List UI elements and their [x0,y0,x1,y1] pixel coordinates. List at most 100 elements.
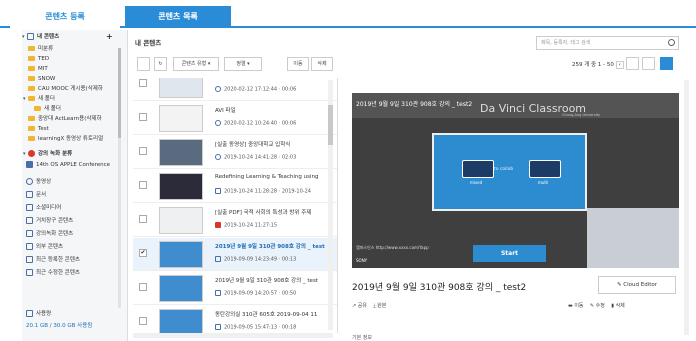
sidebar-type-lecture[interactable]: 강의녹화 콘텐츠 [26,229,124,239]
search-input[interactable]: 제목, 등록자, 태그 검색 [536,36,679,50]
upload-icon [26,256,33,263]
item-title[interactable]: Redefining Learning & Teaching using [215,174,335,180]
detail-view-icon[interactable] [642,57,655,70]
sort-dropdown[interactable]: 정렬 ▾ [224,57,262,71]
sidebar-lecture-section[interactable]: ▾ 강의 녹화 분류 [23,149,121,159]
sidebar-scrollbar-thumb[interactable] [118,48,121,138]
sidebar-folder[interactable]: 미분류 [28,44,126,54]
sidebar-lecture-item[interactable]: 14th OS APPLE Conference [26,160,124,170]
share-icon [26,204,33,211]
item-checkbox[interactable] [139,215,147,223]
share-button[interactable]: ↗ 공유 [352,303,367,309]
detail-actions-right: ▬ 이동 ✎ 수정 ▮ 삭제 [568,302,625,309]
sidebar-folder[interactable]: MIT [28,64,126,74]
record-icon [28,150,35,157]
sidebar-folder[interactable]: CAU MOOC 게시용(삭제하 [28,84,126,94]
top-tabs: 콘텐츠 등록 콘텐츠 목록 [0,0,696,28]
list-icon [27,33,34,40]
list-horizontal-scrollbar[interactable] [133,333,333,338]
preview-caption: 2019년 9월 9일 310관 908호 강의 _ test2 [356,101,473,108]
list-view-icon[interactable] [626,57,639,70]
sidebar-recent-edited[interactable]: 최근 수정한 콘텐츠 [26,268,124,278]
item-thumbnail [159,105,203,132]
list-scrollbar[interactable] [328,80,333,330]
item-thumbnail [159,207,203,234]
prev-page-button[interactable]: ‹ [615,61,624,69]
list-item-selected[interactable]: ✔ 2019년 9월 9일 310관 908호 강의 _ test 2019-0… [133,238,337,271]
sidebar-folder[interactable]: learningX 동영상 튜토리얼 [28,134,126,144]
multi-mode-icon [529,160,561,178]
storage-usage: 20.1 GB / 30.0 GB 사용됨 [26,323,93,329]
stand-icon [26,217,33,224]
list-item[interactable]: [실출 PDF] 국적 사회의 특성과 방위 주제 2019-10-24 11:… [133,204,337,237]
list-scrollbar-thumb[interactable] [328,105,333,145]
list-item[interactable]: 2019년 9월 9일 310관 908호 강의 _ test 2019-09-… [133,272,337,305]
refresh-button[interactable]: ↻ [154,57,167,71]
item-title[interactable]: 2019년 9월 9일 310관 908호 강의 _ test [215,242,335,250]
item-title[interactable]: [실출 PDF] 국적 사회의 특성과 방위 주제 [215,208,335,216]
sidebar-type-social[interactable]: 소셜미디어 [26,203,124,213]
item-meta: 2019-10-24 11:27:15 [215,222,335,229]
sidebar-recent-added[interactable]: 최근 등록한 콘텐츠 [26,255,124,265]
detail-scrollbar[interactable] [684,80,689,335]
add-folder-button[interactable]: + [106,32,113,42]
list-item[interactable]: AVI 파일 2020-02-12 10:24:40 · 00:06 [133,102,337,135]
sidebar-my-content[interactable]: ▾ 내 콘텐츠 + [22,32,120,42]
play-icon [215,120,221,126]
sidebar-type-external[interactable]: 외부 콘텐츠 [26,242,124,252]
detail-actions-left: ↗ 공유 ⤓ 원본 [352,302,386,309]
item-title[interactable]: AVI 파일 [215,106,335,114]
item-title[interactable]: [실출 동영상] 중앙대학교 입학식 [215,140,335,148]
item-checkbox[interactable] [139,181,147,189]
preview-view-icon[interactable] [660,57,673,70]
item-thumbnail [159,78,203,98]
item-title[interactable]: 동탄강의실 310관 605호 2019-09-04 11 [215,310,335,318]
play-icon [215,154,221,160]
sidebar-scrollbar[interactable] [118,48,121,308]
sidebar-folder[interactable]: 중앙대 ActLearn용(삭제하 [28,114,126,124]
select-all-checkbox[interactable] [137,57,150,71]
item-checkbox[interactable] [139,283,147,291]
sidebar-type-video[interactable]: 동영상 [26,177,124,187]
cloud-editor-button[interactable]: ✎ Cloud Editor [598,276,676,294]
sidebar-type-stand[interactable]: 거치장구 콘텐츠 [26,216,124,226]
content-sidebar: ▾ 내 콘텐츠 + 미분류 TED MIT SNOW CAU MOOC 게시용(삭… [22,30,128,341]
preview-start-button[interactable]: Start [473,245,546,262]
sidebar-folder[interactable]: TED [28,54,126,64]
search-icon[interactable] [668,39,675,46]
sidebar-type-document[interactable]: 문서 [26,190,124,200]
tab-content-list[interactable]: 콘텐츠 목록 [125,6,231,28]
pdf-icon [215,222,221,228]
item-thumbnail [159,275,203,302]
edit-button[interactable]: ✎ 수정 [590,303,605,309]
item-thumbnail [159,173,203,200]
lecture-icon [215,290,221,296]
sidebar-folder[interactable]: Test [28,124,126,134]
item-checkbox[interactable] [139,317,147,325]
item-checkbox[interactable] [139,113,147,121]
delete-button[interactable]: 삭제 [311,57,333,71]
tab-content-register[interactable]: 콘텐츠 등록 [10,6,120,28]
download-button[interactable]: ⤓ 원본 [373,303,386,309]
list-item[interactable]: 2020-02-12 17:12:44 · 00:06 [133,78,337,101]
video-preview[interactable]: 2019년 9월 9일 310관 908호 강의 _ test2 Da Vinc… [352,93,679,268]
play-icon [215,86,221,92]
document-icon [215,188,221,194]
item-title[interactable]: 2019년 9월 9일 310관 908호 강의 _ test [215,276,335,284]
folder-icon [28,76,35,81]
storage-icon [26,310,33,317]
sidebar-folder[interactable]: SNOW [28,74,126,84]
delete-detail-button[interactable]: ▮ 삭제 [611,303,625,309]
move-button[interactable]: 이동 [287,57,309,71]
item-checkbox[interactable] [139,79,147,87]
content-type-dropdown[interactable]: 콘텐츠 유형 ▾ [173,57,219,71]
preview-info: 캠퍼스인스 http://www.xxxx.com/Yapp [356,245,429,250]
list-item[interactable]: Redefining Learning & Teaching using 201… [133,170,337,203]
item-checkbox-checked[interactable]: ✔ [139,249,147,257]
list-item[interactable]: [실출 동영상] 중앙대학교 입학식 2019-10-24 14:41:28 ·… [133,136,337,169]
item-checkbox[interactable] [139,147,147,155]
list-item[interactable]: 동탄강의실 310관 605호 2019-09-04 11 2019-09-05… [133,306,337,333]
folder-icon [34,106,41,111]
sidebar-folder[interactable]: ▾ 새 폴더 [23,94,121,104]
move-detail-button[interactable]: ▬ 이동 [568,303,584,309]
